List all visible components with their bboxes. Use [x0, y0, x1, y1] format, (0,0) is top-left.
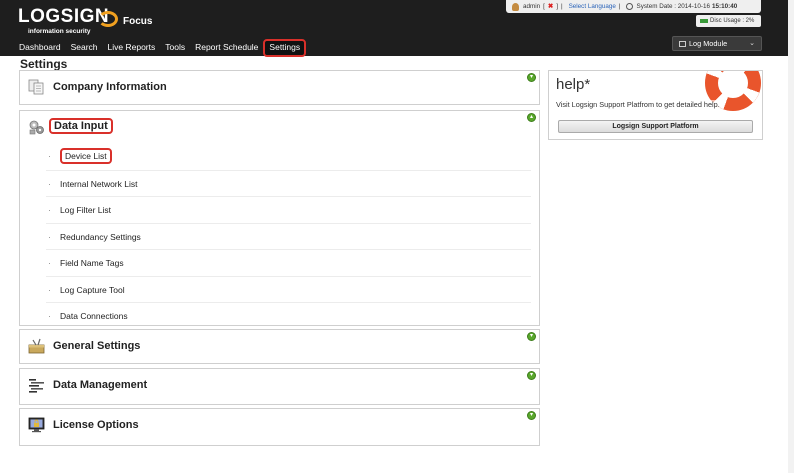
logsign-logo[interactable]: LOGSIGN information security — [18, 6, 130, 36]
bracket-open: [ — [543, 3, 545, 10]
panel-header[interactable]: Data Input ▴ — [20, 111, 539, 143]
disc-usage-badge: Disc Usage : 2% — [696, 15, 761, 27]
list-item-label: Device List — [60, 148, 112, 164]
select-language-link[interactable]: Select Language — [569, 3, 616, 10]
disc-usage-text: Disc Usage : 2% — [710, 18, 755, 24]
nav-search[interactable]: Search — [66, 39, 103, 57]
chevron-down-icon: ⌄ — [749, 40, 755, 47]
help-text: Visit Logsign Support Platfrom to get de… — [556, 100, 720, 109]
user-icon — [512, 2, 519, 11]
nav-report-schedule[interactable]: Report Schedule — [190, 39, 263, 57]
separator: | — [618, 3, 621, 10]
data-management-panel: Data Management ▾ — [19, 368, 540, 405]
bracket-close: ] — [556, 3, 558, 10]
module-select[interactable]: Log Module ⌄ — [672, 36, 762, 51]
data-input-panel: Data Input ▴ Device List Internal Networ… — [19, 110, 540, 329]
help-box: help* Visit Logsign Support Platfrom to … — [548, 70, 763, 140]
panel-header[interactable]: Data Management ▾ — [20, 369, 539, 401]
disc-icon — [700, 19, 708, 23]
expand-toggle-icon[interactable]: ▾ — [527, 411, 536, 420]
monitor-lock-icon — [28, 417, 45, 433]
product-name: Focus — [123, 16, 153, 27]
nav-live-reports[interactable]: Live Reports — [103, 39, 161, 57]
general-settings-panel: General Settings ▾ — [19, 329, 540, 364]
help-title: help* — [556, 76, 591, 93]
top-bar: LOGSIGN information security Focus Dashb… — [0, 0, 794, 57]
panel-header[interactable]: Company Information ▾ — [20, 71, 539, 103]
collapse-toggle-icon[interactable]: ▴ — [527, 113, 536, 122]
expand-toggle-icon[interactable]: ▾ — [527, 73, 536, 82]
list-item-device-list[interactable]: Device List — [46, 143, 531, 170]
page-scrollbar[interactable] — [788, 0, 794, 473]
logo-text: LOGSIGN — [18, 6, 110, 27]
logo-swirl-icon — [98, 11, 118, 27]
list-item-field-name-tags[interactable]: Field Name Tags — [46, 249, 531, 276]
expand-toggle-icon[interactable]: ▾ — [527, 332, 536, 341]
logout-icon[interactable]: ✖ — [548, 3, 553, 10]
data-input-list: Device List Internal Network List Log Fi… — [20, 143, 539, 329]
list-item-log-filter-list[interactable]: Log Filter List — [46, 196, 531, 223]
toolbox-icon — [28, 338, 45, 354]
system-date: System Date : 2014-10-16 — [636, 3, 711, 10]
page-title: Settings — [20, 57, 68, 71]
license-options-panel: License Options ▾ — [19, 408, 540, 446]
panel-title: Data Management — [53, 379, 148, 391]
nav-settings[interactable]: Settings — [263, 39, 307, 57]
list-item-log-capture-tool[interactable]: Log Capture Tool — [46, 275, 531, 302]
list-item-internal-network-list[interactable]: Internal Network List — [46, 169, 531, 196]
expand-toggle-icon[interactable]: ▾ — [527, 371, 536, 380]
module-icon — [679, 40, 686, 47]
panel-title: License Options — [53, 419, 139, 431]
panel-title: Company Information — [53, 81, 167, 93]
list-item-data-connections[interactable]: Data Connections — [46, 302, 531, 329]
support-platform-button[interactable]: Logsign Support Platform — [558, 120, 753, 133]
list-item-redundancy-settings[interactable]: Redundancy Settings — [46, 222, 531, 249]
main-nav: Dashboard Search Live Reports Tools Repo… — [14, 39, 307, 57]
module-select-label: Log Module — [689, 39, 728, 48]
nav-dashboard[interactable]: Dashboard — [14, 39, 66, 57]
panel-header[interactable]: General Settings ▾ — [20, 330, 539, 362]
username[interactable]: admin — [523, 3, 540, 10]
company-information-panel: Company Information ▾ — [19, 70, 540, 105]
panel-header[interactable]: License Options ▾ — [20, 409, 539, 441]
documents-icon — [28, 79, 44, 95]
status-bar: admin [ ✖ ] | Select Language | System D… — [506, 0, 761, 13]
gears-icon — [29, 120, 44, 135]
logo-tagline: information security — [28, 28, 91, 35]
system-time: 15:10:40 — [712, 3, 738, 10]
list-icon — [29, 379, 44, 393]
separator: | — [560, 3, 563, 10]
panel-title: General Settings — [53, 340, 141, 352]
nav-tools[interactable]: Tools — [160, 39, 190, 57]
panel-title: Data Input — [49, 118, 113, 134]
clock-icon — [625, 3, 633, 10]
